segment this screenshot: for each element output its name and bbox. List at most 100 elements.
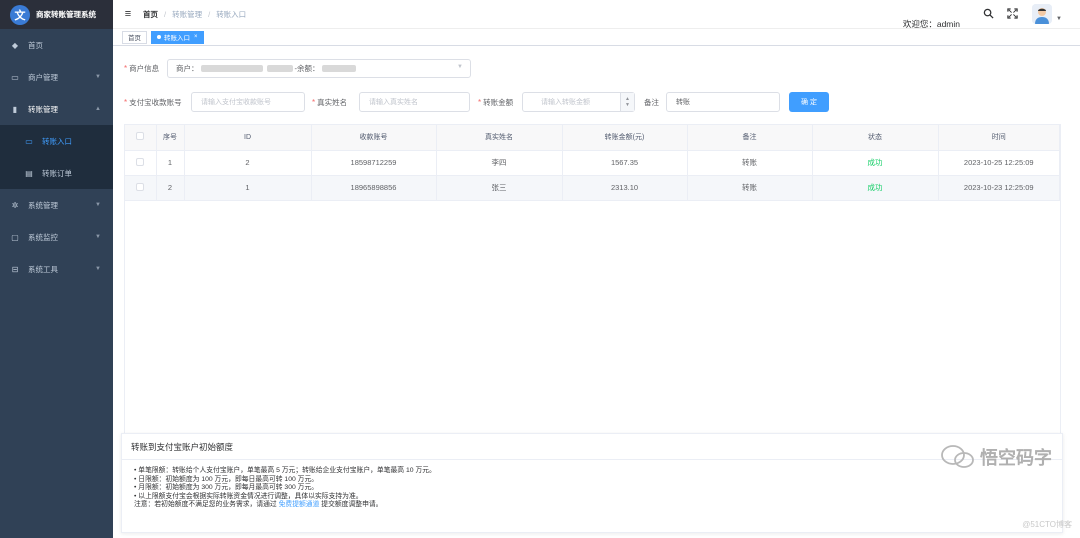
info-note: 注意：若初始额度不满足您的业务需求，请通过 免费提额通道 提交额度调整申请。 [134, 501, 1062, 510]
close-icon[interactable]: × [194, 34, 198, 40]
info-card-body: • 单笔限额：转账给个人支付宝账户，单笔最高 5 万元；转账给企业支付宝账户，单… [122, 460, 1062, 510]
sidebar-item-transfer-order[interactable]: ▤ 转账订单 [0, 157, 113, 189]
cell-index: 2 [156, 175, 185, 201]
column-header: 时间 [938, 125, 1060, 151]
name-label: 真实姓名 [317, 98, 348, 107]
breadcrumb-transfer: 转账管理 [172, 9, 203, 19]
column-header: ID [184, 125, 312, 151]
sidebar-item-transfer[interactable]: ▮ 转账管理 ▲ [0, 93, 113, 125]
sidebar-item-label: 首页 [28, 40, 43, 50]
required-mark: * [124, 98, 128, 107]
main-area: ≡ 首页 / 转账管理 / 转账入口 欢迎您：admin ▼ 首页 转账入口 × [113, 0, 1080, 538]
amount-label: 转账金额 [483, 98, 514, 107]
sidebar-item-merchant[interactable]: ▭ 商户管理 ▼ [0, 61, 113, 93]
row-select-cell[interactable] [125, 150, 157, 176]
column-header: 状态 [812, 125, 939, 151]
required-mark: * [312, 98, 316, 107]
table-header-row: 序号 ID 收款账号 真实姓名 转账金额(元) 备注 状态 时间 [125, 125, 1060, 151]
navbar: ≡ 首页 / 转账管理 / 转账入口 欢迎您：admin ▼ [113, 0, 1080, 29]
transfer-table: 序号 ID 收款账号 真实姓名 转账金额(元) 备注 状态 时间 1 2 185… [124, 124, 1061, 454]
amount-input[interactable]: 请输入转账金额 ▲ ▼ [522, 92, 635, 112]
sidebar-item-label: 转账订单 [42, 168, 72, 178]
tag-transfer-entry[interactable]: 转账入口 × [151, 30, 204, 44]
alipay-account-input[interactable]: 请输入支付宝收款账号 [191, 92, 305, 112]
amount-stepper[interactable]: ▲ ▼ [620, 93, 634, 111]
app-logo[interactable]: 文 商家转账管理系统 [0, 0, 113, 29]
cell-status: 成功 [812, 150, 939, 176]
note-suffix: 提交额度调整申请。 [321, 501, 383, 509]
sidebar-item-label: 转账管理 [28, 104, 58, 114]
sidebar-item-label: 转账入口 [42, 136, 72, 146]
cell-time: 2023-10-25 12:25:09 [938, 150, 1060, 176]
select-all-checkbox[interactable] [136, 132, 145, 141]
active-dot-icon [157, 35, 161, 39]
cell-account: 18598712259 [311, 150, 437, 176]
remark-label: 备注 [644, 98, 659, 107]
transfer-submenu: ▭ 转账入口 ▤ 转账订单 [0, 125, 113, 189]
cell-name: 张三 [436, 175, 563, 201]
remark-input[interactable]: 转账 [666, 92, 780, 112]
sidebar-item-label: 商户管理 [28, 72, 58, 82]
quota-info-card: 转账到支付宝账户初始额度 • 单笔限额：转账给个人支付宝账户，单笔最高 5 万元… [121, 433, 1063, 533]
column-header: 转账金额(元) [562, 125, 688, 151]
merchant-select[interactable]: 商户： -余额： ▼ [167, 59, 471, 78]
avatar[interactable] [1032, 4, 1052, 24]
sidebar-item-system[interactable]: ✲ 系统管理 ▼ [0, 189, 113, 221]
merchant-field-label: * 商户信息 [124, 63, 159, 74]
cell-id: 2 [184, 150, 312, 176]
search-icon[interactable] [983, 8, 994, 22]
sidebar-item-tools[interactable]: ⊟ 系统工具 ▼ [0, 253, 113, 285]
cell-status: 成功 [812, 175, 939, 201]
select-all-header[interactable] [125, 125, 157, 151]
sidebar-item-home[interactable]: ◆ 首页 [0, 29, 113, 61]
alipay-label: 支付宝收款账号 [129, 98, 182, 107]
column-header: 序号 [156, 125, 185, 151]
sidebar-item-monitor[interactable]: ▢ 系统监控 ▼ [0, 221, 113, 253]
caret-down-icon[interactable]: ▼ [1056, 16, 1062, 22]
row-checkbox[interactable] [136, 182, 145, 191]
remark-field-label: 备注 [644, 97, 659, 108]
name-field-label: * 真实姓名 [312, 97, 347, 108]
chevron-down-icon[interactable]: ▼ [625, 102, 630, 108]
breadcrumb: 首页 / 转账管理 / 转账入口 [143, 9, 246, 20]
chevron-down-icon: ▼ [95, 234, 101, 240]
gear-icon: ✲ [11, 200, 19, 210]
column-header: 收款账号 [311, 125, 437, 151]
toolbox-icon: ⊟ [11, 264, 19, 274]
cell-amount: 2313.10 [562, 175, 688, 201]
merchant-prefix: 商户： [176, 64, 199, 73]
cell-amount: 1567.35 [562, 150, 688, 176]
amount-field-label: * 转账金额 [478, 97, 513, 108]
sidebar-item-label: 系统管理 [28, 200, 58, 210]
info-line: • 月限额：初始额度为 300 万元，即每月最高可转 300 万元。 [134, 484, 319, 492]
required-mark: * [478, 98, 482, 107]
info-line: • 单笔限额：转账给个人支付宝账户，单笔最高 5 万元；转账给企业支付宝账户，单… [134, 467, 436, 474]
sidebar-item-transfer-entry[interactable]: ▭ 转账入口 [0, 125, 113, 157]
fullscreen-icon[interactable] [1007, 8, 1018, 22]
confirm-button[interactable]: 确 定 [789, 92, 829, 112]
cell-name: 李四 [436, 150, 563, 176]
row-checkbox[interactable] [136, 157, 145, 166]
redacted-block [321, 65, 356, 72]
breadcrumb-entry: 转账入口 [216, 9, 247, 19]
logo-icon: 文 [10, 4, 30, 25]
real-name-input[interactable]: 请输入真实姓名 [359, 92, 470, 112]
sidebar-item-label: 系统监控 [28, 232, 58, 242]
alipay-field-label: * 支付宝收款账号 [124, 97, 182, 108]
note-prefix: 注意：若初始额度不满足您的业务需求，请通过 [134, 501, 277, 509]
table-row[interactable]: 1 2 18598712259 李四 1567.35 转账 成功 2023-10… [125, 150, 1060, 176]
merchant-label: 商户信息 [129, 64, 160, 73]
tag-home[interactable]: 首页 [122, 30, 147, 44]
sidebar: 文 商家转账管理系统 ◆ 首页 ▭ 商户管理 ▼ ▮ 转账管理 ▲ ▭ 转账入口… [0, 0, 113, 538]
watermark-brand: 悟空码字 [980, 448, 1052, 468]
row-select-cell[interactable] [125, 175, 157, 201]
redacted-block [266, 65, 293, 72]
cell-index: 1 [156, 150, 185, 176]
breadcrumb-home[interactable]: 首页 [143, 9, 158, 20]
required-mark: * [124, 64, 128, 73]
chevron-down-icon: ▼ [95, 202, 101, 208]
wechat-icon [941, 445, 974, 468]
table-row[interactable]: 2 1 18965898856 张三 2313.10 转账 成功 2023-10… [125, 175, 1060, 201]
quota-increase-link[interactable]: 免费提额通道 [279, 501, 320, 508]
hamburger-icon[interactable]: ≡ [113, 8, 143, 20]
